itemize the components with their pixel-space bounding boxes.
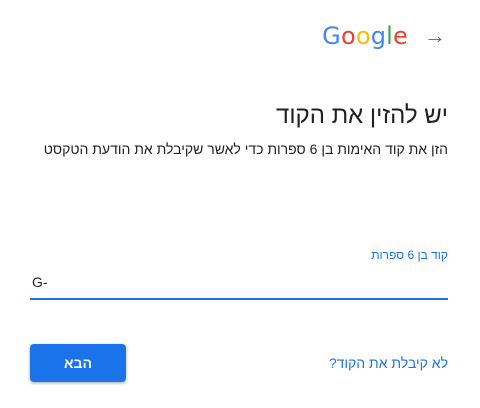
logo-letter-e: e [393, 22, 408, 50]
verification-code-field: קוד בן 6 ספרות G- [30, 248, 448, 300]
logo-letter-g2: g [370, 22, 387, 50]
resend-code-link[interactable]: לא קיבלת את הקוד? [329, 355, 448, 371]
next-button[interactable]: הבא [30, 344, 126, 382]
logo-letter-l: l [386, 22, 394, 50]
arrow-right-icon[interactable]: → [424, 25, 446, 47]
code-field-label: קוד בן 6 ספרות [371, 248, 448, 262]
main-content: יש להזין את הקוד הזן את קוד האימות בן 6 … [32, 102, 448, 160]
code-input[interactable]: G- [30, 274, 448, 300]
logo-letter-g: G [322, 22, 341, 50]
google-logo: Google [322, 24, 408, 48]
page-subtitle: הזן את קוד האימות בן 6 ספרות כדי לאשר שק… [43, 141, 448, 157]
page-title: יש להזין את הקוד [276, 102, 448, 129]
logo-letter-o1: o [340, 22, 356, 50]
logo-letter-o2: o [355, 22, 371, 50]
footer-actions: לא קיבלת את הקוד? הבא [30, 344, 448, 382]
header-bar: Google → [322, 24, 446, 48]
